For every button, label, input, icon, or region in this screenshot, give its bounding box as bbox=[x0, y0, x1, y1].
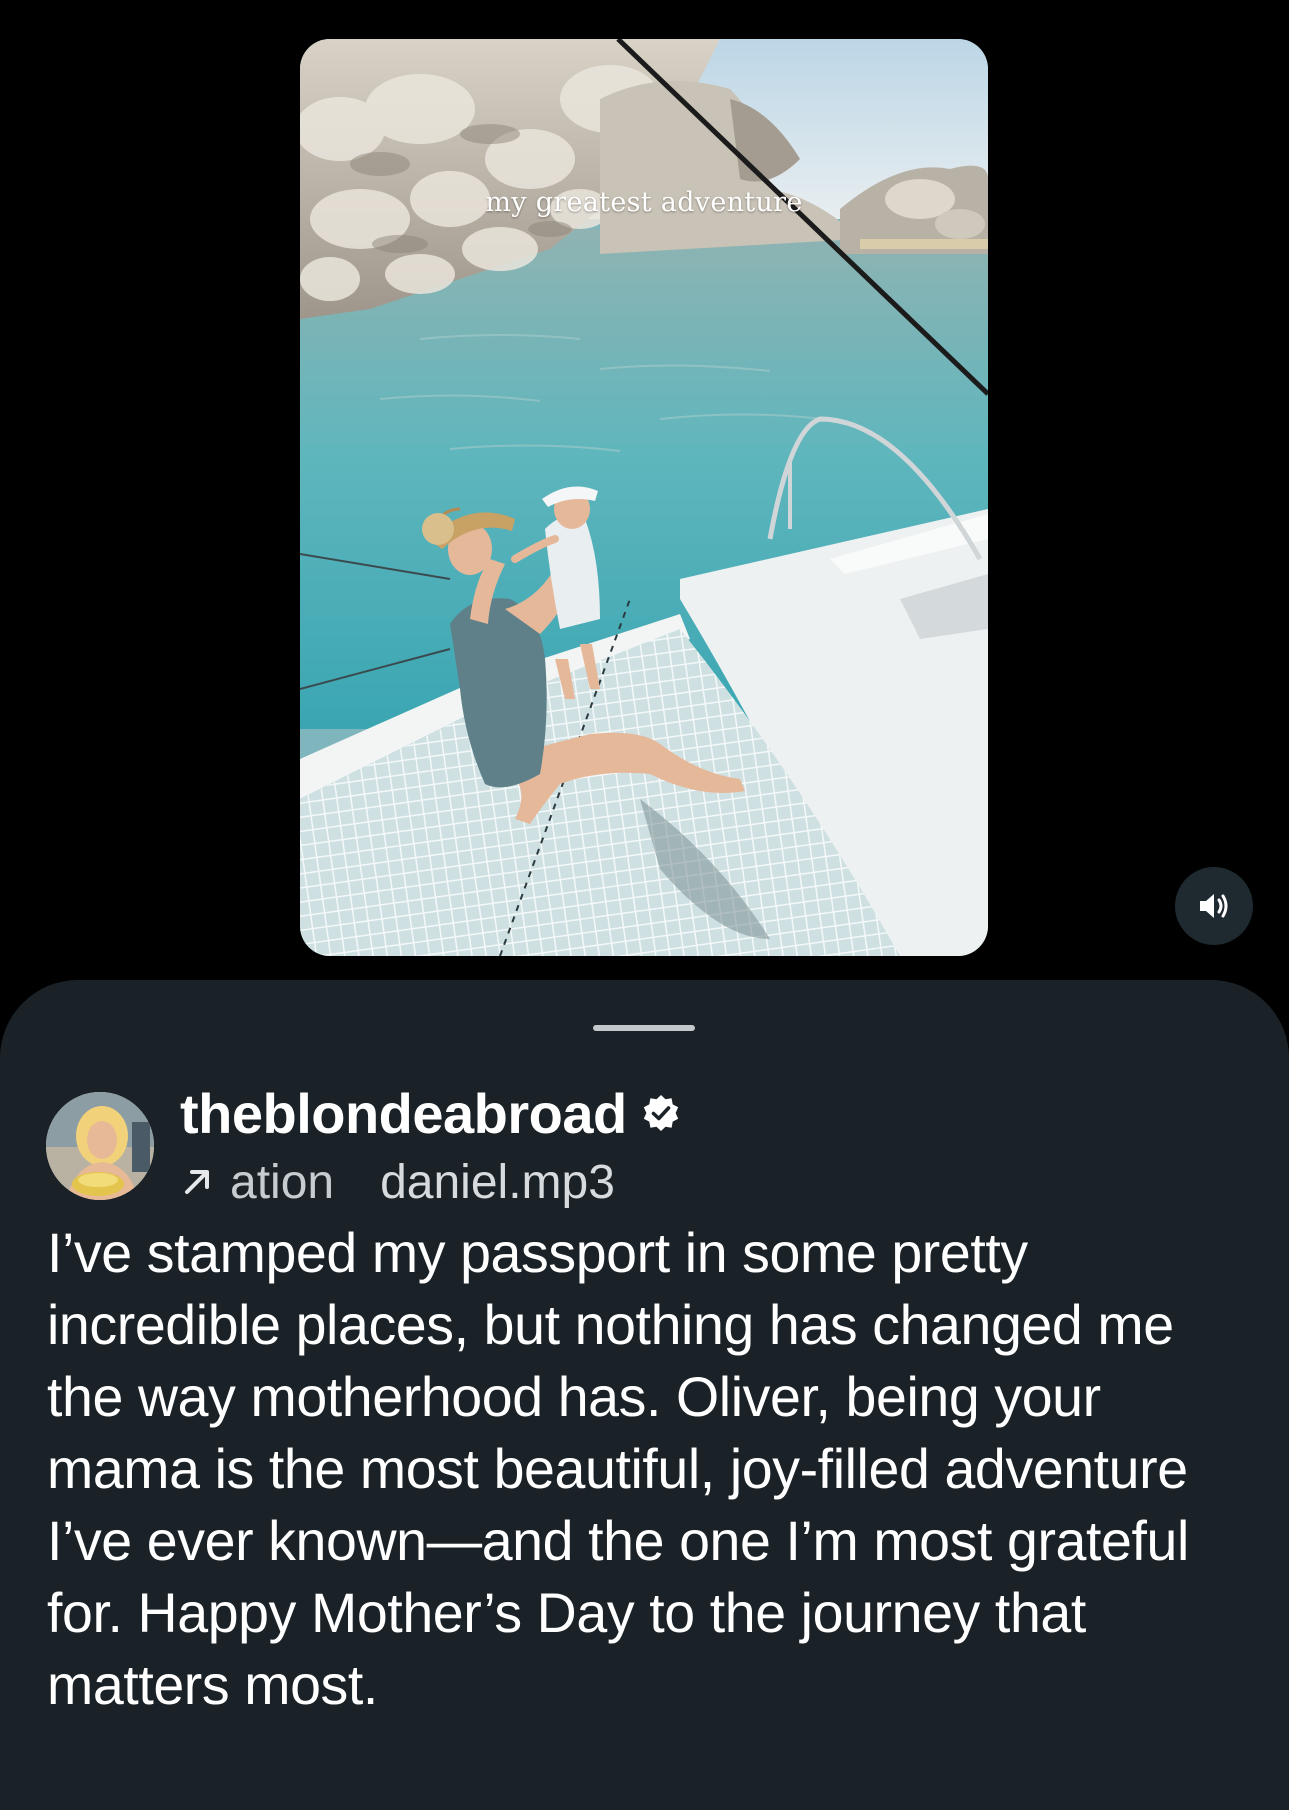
sheet-drag-handle[interactable] bbox=[593, 1025, 695, 1031]
audio-track-fragment: ation bbox=[230, 1155, 335, 1209]
username[interactable]: theblondeabroad bbox=[180, 1081, 627, 1146]
video-player[interactable]: my greatest adventure bbox=[300, 39, 988, 956]
verified-badge-icon bbox=[643, 1095, 678, 1131]
speaker-volume-icon bbox=[1200, 894, 1228, 918]
arrow-up-right-icon bbox=[185, 1170, 209, 1194]
video-frame-image bbox=[300, 39, 988, 956]
username-row: theblondeabroad bbox=[180, 1078, 681, 1148]
audio-track-link[interactable]: ation daniel.mp3 bbox=[180, 1152, 615, 1212]
volume-button[interactable] bbox=[1175, 867, 1253, 945]
post-info-sheet: theblondeabroad ation daniel.mp3 I’ve st… bbox=[0, 980, 1289, 1810]
avatar-image bbox=[46, 1092, 154, 1200]
profile-avatar[interactable] bbox=[46, 1092, 154, 1200]
post-caption: I’ve stamped my passport in some pretty … bbox=[47, 1222, 1189, 1716]
audio-track-name: daniel.mp3 bbox=[380, 1155, 615, 1209]
